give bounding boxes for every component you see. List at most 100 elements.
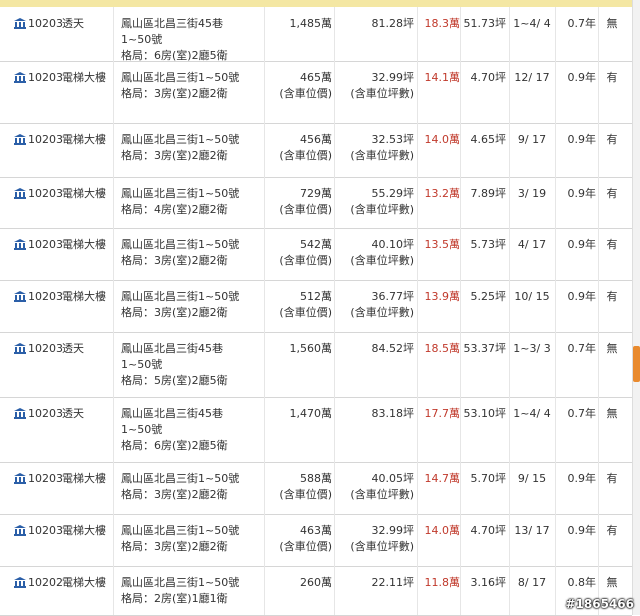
total-area: 81.28坪 [371,17,415,30]
unit-price: 13.5萬 [424,238,461,251]
land-area: 51.73坪 [463,17,507,30]
building-type: 電梯大樓 [62,133,106,146]
address-link[interactable]: 鳳山區北昌三街1~50號 [121,523,253,539]
scroll-handle[interactable] [633,346,640,382]
floor-info: 3/ 19 [517,187,547,200]
table-row[interactable]: 10203 電梯大樓 鳳山區北昌三街1~50號 格局：3房(室)2廳2衛 463萬 (含車… [0,514,632,567]
floor-info: 9/ 17 [517,133,547,146]
column-divider [264,7,265,61]
total-area: 22.11坪 [371,576,415,589]
column-divider [555,177,556,228]
area-note: (含車位坪數) [350,87,414,100]
address-link[interactable]: 鳳山區北昌三街45巷1~50號 [121,16,253,48]
column-divider [509,228,510,280]
column-divider [460,280,461,332]
table-row[interactable]: 10203 透天 鳳山區北昌三街45巷1~50號 格局：6房(室)2廳5衛 1,485萬… [0,7,632,62]
parking-flag: 無 [606,576,618,589]
total-area: 83.18坪 [371,407,415,420]
column-divider [264,177,265,228]
building-age: 0.8年 [567,576,597,589]
bank-icon [14,408,26,424]
room-layout: 格局：3房(室)2廳2衛 [121,87,228,100]
address-link[interactable]: 鳳山區北昌三街1~50號 [121,186,253,202]
column-divider [509,7,510,61]
column-divider [598,462,599,514]
floor-info: 9/ 15 [517,472,547,485]
total-price: 512萬 [300,290,332,303]
price-note: (含車位價) [279,87,332,100]
address-link[interactable]: 鳳山區北昌三街1~50號 [121,237,253,253]
column-divider [334,123,335,177]
table-row[interactable]: 10203 電梯大樓 鳳山區北昌三街1~50號 格局：3房(室)2廳2衛 465萬 (含車… [0,61,632,124]
total-area: 55.29坪 [371,187,415,200]
column-divider [555,397,556,462]
scrollbar-track[interactable] [632,0,640,615]
column-divider [598,280,599,332]
address-cell: 鳳山區北昌三街45巷1~50號 格局：6房(室)2廳5衛 [121,16,261,64]
column-divider [509,280,510,332]
total-area: 32.53坪 [371,133,415,146]
address-link[interactable]: 鳳山區北昌三街45巷1~50號 [121,406,253,438]
table-row[interactable]: 10203 電梯大樓 鳳山區北昌三街1~50號 格局：3房(室)2廳2衛 542萬 (含車… [0,228,632,281]
parking-flag: 有 [606,524,618,537]
address-link[interactable]: 鳳山區北昌三街1~50號 [121,471,253,487]
table-row[interactable]: 10203 透天 鳳山區北昌三街45巷1~50號 格局：5房(室)2廳5衛 1,560萬… [0,332,632,398]
table-row[interactable]: 10203 透天 鳳山區北昌三街45巷1~50號 格局：6房(室)2廳5衛 1,470萬… [0,397,632,463]
address-link[interactable]: 鳳山區北昌三街1~50號 [121,70,253,86]
price-note: (含車位價) [279,149,332,162]
price-cell: 1,470萬 [268,406,333,422]
table-row[interactable]: 10203 電梯大樓 鳳山區北昌三街1~50號 格局：3房(室)2廳2衛 456萬 (含車… [0,123,632,178]
total-price: 1,485萬 [289,17,333,30]
area-cell: 55.29坪 (含車位坪數) [338,186,414,218]
unit-price: 14.7萬 [424,472,461,485]
total-price: 465萬 [300,71,332,84]
table-row[interactable]: 10203 電梯大樓 鳳山區北昌三街1~50號 格局：3房(室)2廳2衛 512萬 (含車… [0,280,632,333]
address-cell: 鳳山區北昌三街1~50號 格局：3房(室)2廳2衛 [121,70,261,102]
column-divider [334,228,335,280]
table-row[interactable]: 10203 電梯大樓 鳳山區北昌三街1~50號 格局：4房(室)2廳2衛 729萬 (含車… [0,177,632,229]
total-area: 32.99坪 [371,71,415,84]
area-note: (含車位坪數) [350,149,414,162]
total-area: 40.05坪 [371,472,415,485]
parking-flag: 無 [606,342,618,355]
table-row[interactable]: 10203 電梯大樓 鳳山區北昌三街1~50號 格局：3房(室)2廳2衛 588萬 (含車… [0,462,632,515]
unit-price: 18.3萬 [424,17,461,30]
total-price: 456萬 [300,133,332,146]
building-age: 0.7年 [567,17,597,30]
area-cell: 84.52坪 [338,341,415,357]
address-cell: 鳳山區北昌三街1~50號 格局：3房(室)2廳2衛 [121,289,261,321]
total-price: 542萬 [300,238,332,251]
land-area: 4.70坪 [470,524,507,537]
address-cell: 鳳山區北昌三街1~50號 格局：3房(室)2廳2衛 [121,471,261,503]
column-divider [460,228,461,280]
unit-price: 18.5萬 [424,342,461,355]
price-cell: 542萬 (含車位價) [268,237,332,269]
address-link[interactable]: 鳳山區北昌三街45巷1~50號 [121,341,253,373]
price-cell: 465萬 (含車位價) [268,70,332,102]
area-cell: 32.53坪 (含車位坪數) [338,132,414,164]
column-divider [555,462,556,514]
building-type: 透天 [62,407,84,420]
address-link[interactable]: 鳳山區北昌三街1~50號 [121,575,253,591]
column-divider [334,566,335,615]
column-divider [598,177,599,228]
building-type: 電梯大樓 [62,71,106,84]
column-divider [334,61,335,123]
address-link[interactable]: 鳳山區北昌三街1~50號 [121,289,253,305]
address-link[interactable]: 鳳山區北昌三街1~50號 [121,132,253,148]
bank-icon [14,18,26,34]
building-age: 0.9年 [567,187,597,200]
room-layout: 格局：5房(室)2廳5衛 [121,374,228,387]
column-divider [460,61,461,123]
price-cell: 1,560萬 [268,341,333,357]
transaction-date: 10203 [28,133,63,146]
parking-flag: 有 [606,133,618,146]
table-row[interactable]: 10202 電梯大樓 鳳山區北昌三街1~50號 格局：2房(室)1廳1衛 260萬 22.… [0,566,632,616]
transaction-date: 10203 [28,407,63,420]
area-cell: 32.99坪 (含車位坪數) [338,523,414,555]
column-divider [555,7,556,61]
column-divider [555,228,556,280]
building-age: 0.9年 [567,238,597,251]
building-age: 0.9年 [567,133,597,146]
column-divider [417,332,418,397]
